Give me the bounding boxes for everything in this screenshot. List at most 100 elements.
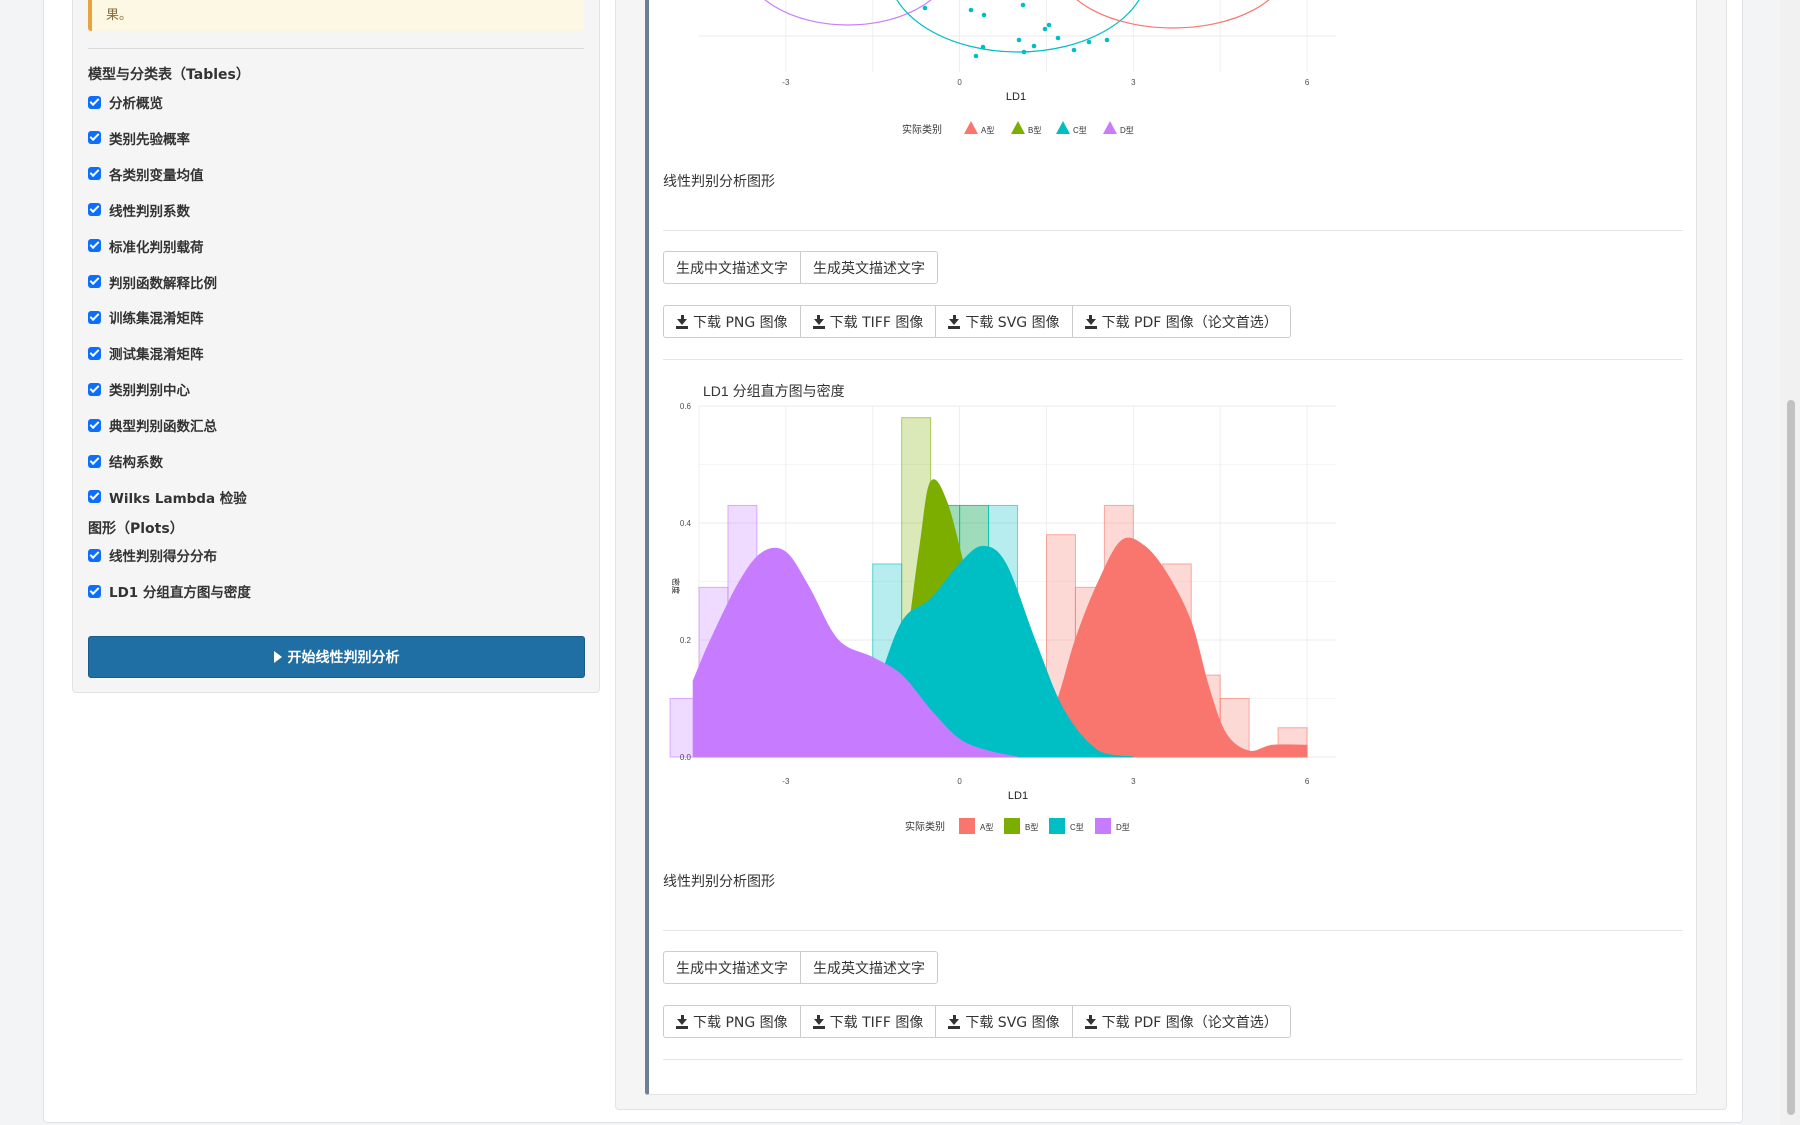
checkbox-checked[interactable] (88, 310, 101, 324)
plot-option-checkbox-row[interactable]: 线性判别得分分布 (88, 545, 217, 565)
checkbox-checked[interactable] (88, 131, 101, 145)
generate-chinese-text-button[interactable]: 生成中文描述文字 (663, 251, 801, 284)
plot-caption-2: 线性判别分析图形 (663, 874, 775, 890)
table-option-checkbox-row[interactable]: 分析概览 (88, 92, 163, 112)
button-label: 下载 PNG 图像 (693, 314, 788, 331)
table-option-checkbox-row[interactable]: 典型判别函数汇总 (88, 415, 217, 435)
button-label: 下载 PNG 图像 (693, 1014, 788, 1031)
generate-english-text-button[interactable]: 生成英文描述文字 (800, 951, 938, 984)
scatter-point (1055, 35, 1061, 41)
scatter-point (980, 44, 986, 50)
checkbox-checked[interactable] (88, 584, 101, 598)
x-tick-label: 6 (1305, 78, 1310, 87)
legend-swatch (1095, 818, 1111, 834)
table-option-checkbox-row[interactable]: 判别函数解释比例 (88, 272, 217, 292)
download-pdf-button[interactable]: 下载 PDF 图像（论文首选） (1071, 305, 1291, 338)
download-icon (1084, 1014, 1097, 1029)
y-tick-label: 0.2 (680, 636, 692, 645)
divider-2 (663, 359, 1683, 360)
download-svg-button[interactable]: 下载 SVG 图像 (935, 1005, 1073, 1038)
generate-chinese-text-button[interactable]: 生成中文描述文字 (663, 951, 801, 984)
x-tick-label: -3 (782, 777, 790, 786)
text-button-group-1: 生成中文描述文字 生成英文描述文字 (663, 251, 938, 284)
checkbox-checked[interactable] (88, 346, 101, 360)
y-axis-label: 密度 (671, 578, 681, 594)
download-png-button[interactable]: 下载 PNG 图像 (663, 305, 801, 338)
download-png-button[interactable]: 下载 PNG 图像 (663, 1005, 801, 1038)
x-tick-label: 0 (957, 78, 962, 87)
legend-triangle (964, 121, 978, 134)
generate-english-text-button[interactable]: 生成英文描述文字 (800, 251, 938, 284)
scatter-point (1071, 47, 1077, 53)
ld1-histogram-density-chart: LD1 分组直方图与密度 0.0 0.2 0.4 0.6 -3 0 3 6 LD1 密度实际类别 A型… (669, 383, 1336, 834)
table-option-checkbox-row[interactable]: 标准化判别载荷 (88, 236, 204, 256)
checkbox-checked[interactable] (88, 239, 101, 253)
download-pdf-button[interactable]: 下载 PDF 图像（论文首选） (1071, 1005, 1291, 1038)
button-label: 生成中文描述文字 (676, 260, 788, 277)
plot-option-checkbox-row[interactable]: LD1 分组直方图与密度 (88, 581, 251, 601)
download-icon (812, 314, 825, 329)
play-icon (273, 651, 282, 663)
download-button-group-2: 下载 PNG 图像 下载 TIFF 图像 下载 SVG 图像 下载 PDF 图像（论文… (663, 1005, 1291, 1038)
checkbox-checked[interactable] (88, 95, 101, 109)
scatter-point (1021, 49, 1027, 55)
table-option-checkbox-row[interactable]: 训练集混淆矩阵 (88, 307, 204, 327)
alert-text: 果。 (106, 8, 133, 23)
table-option-checkbox-row[interactable]: 类别判别中心 (88, 379, 190, 399)
table-option-checkbox-row[interactable]: Wilks Lambda 检验 (88, 487, 247, 507)
table-option-checkbox-row[interactable]: 结构系数 (88, 451, 163, 471)
table-option-checkbox-row[interactable]: 测试集混淆矩阵 (88, 343, 204, 363)
table-option-checkbox-label: 典型判别函数汇总 (109, 419, 217, 436)
checkbox-checked[interactable] (88, 275, 101, 288)
download-icon (676, 314, 688, 329)
checkbox-checked[interactable] (88, 203, 101, 217)
y-tick-label: 0.4 (680, 519, 692, 528)
download-tiff-button[interactable]: 下载 TIFF 图像 (799, 1005, 937, 1038)
tables-section-title: 模型与分类表（Tables） (88, 67, 250, 83)
legend-label: A型 (980, 823, 993, 832)
alert-box: 果。 (88, 0, 584, 31)
legend-label: C型 (1070, 823, 1084, 832)
checkbox-checked[interactable] (88, 548, 101, 562)
x-tick-label: -3 (782, 78, 790, 87)
legend-triangle (1056, 121, 1070, 134)
legend-triangle (1103, 121, 1117, 134)
download-svg-button[interactable]: 下载 SVG 图像 (935, 305, 1073, 338)
table-option-checkbox-row[interactable]: 各类别变量均值 (88, 164, 204, 184)
table-option-checkbox-label: 判别函数解释比例 (109, 275, 217, 292)
table-option-checkbox-label: 分析概览 (109, 96, 163, 112)
legend-label: D型 (1116, 823, 1130, 832)
x-axis-label: LD1 (1006, 91, 1026, 103)
divider-3 (663, 930, 1683, 931)
button-label: 下载 SVG 图像 (965, 314, 1060, 331)
plot-caption-1: 线性判别分析图形 (663, 174, 775, 190)
scatter-point (1104, 37, 1110, 43)
scatter-point (973, 53, 979, 59)
button-label: 下载 SVG 图像 (965, 1014, 1060, 1031)
run-analysis-button[interactable]: 开始线性判别分析 (88, 636, 585, 678)
scatter-point (922, 5, 928, 11)
x-tick-label: 0 (957, 777, 962, 786)
download-icon (948, 1014, 961, 1029)
checkbox-checked[interactable] (88, 382, 101, 396)
scrollbar-thumb[interactable] (1787, 400, 1795, 1115)
y-tick-label: 0.0 (680, 753, 692, 762)
checkbox-checked[interactable] (88, 490, 101, 504)
download-tiff-button[interactable]: 下载 TIFF 图像 (799, 305, 937, 338)
scatter-point (1042, 26, 1048, 32)
scatter-point (968, 7, 974, 13)
checkbox-checked[interactable] (88, 418, 101, 432)
table-option-checkbox-row[interactable]: 线性判别系数 (88, 200, 190, 220)
legend-swatch (1004, 818, 1020, 834)
table-option-checkbox-row[interactable]: 类别先验概率 (88, 128, 190, 148)
checkbox-checked[interactable] (88, 454, 101, 468)
legend-label: B型 (1028, 126, 1041, 135)
x-tick-label: 3 (1131, 777, 1136, 786)
button-label: 下载 TIFF 图像 (829, 314, 924, 331)
download-button-group-1: 下载 PNG 图像 下载 TIFF 图像 下载 SVG 图像 下载 PDF 图像（论文… (663, 305, 1291, 338)
checkbox-checked[interactable] (88, 167, 101, 181)
sidebar-divider (88, 48, 584, 49)
scatter-point (1031, 43, 1037, 49)
table-option-checkbox-label: 结构系数 (109, 455, 163, 471)
x-tick-label: 3 (1131, 78, 1136, 87)
